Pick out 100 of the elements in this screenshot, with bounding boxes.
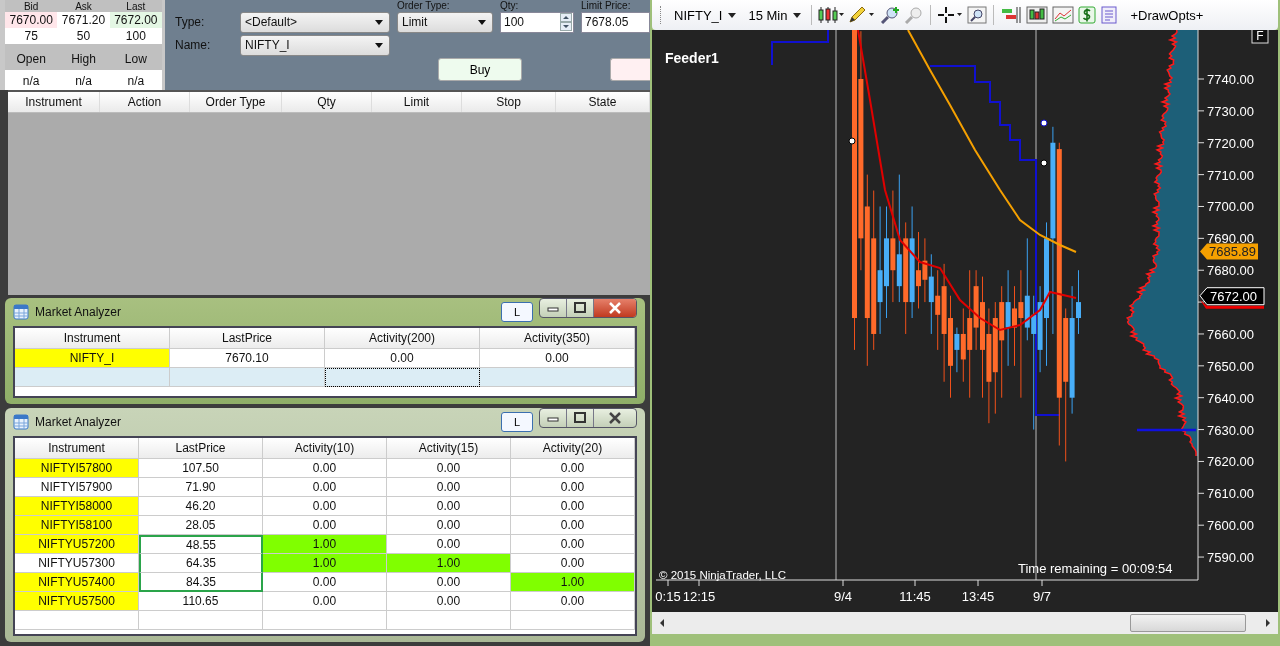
column-header[interactable]: Stop — [462, 92, 556, 112]
type-dropdown[interactable]: <Default> — [240, 11, 390, 33]
table-cell: 0.00 — [387, 592, 511, 611]
column-header: Low — [109, 48, 162, 70]
candlestick-icon[interactable] — [818, 6, 845, 24]
zoom-in-icon[interactable] — [880, 6, 901, 24]
caret-icon — [793, 12, 802, 18]
dollar-icon[interactable] — [1078, 6, 1097, 24]
stat-cell-text: n/a — [126, 73, 146, 90]
price-label: 7640.00 — [1207, 390, 1254, 406]
table-cell: 1.00 — [263, 554, 387, 573]
table-cell[interactable] — [170, 368, 325, 387]
table-cell: 0.00 — [511, 478, 635, 497]
table-cell[interactable] — [387, 611, 511, 630]
column-header: Last — [109, 0, 162, 12]
table-cell: NIFTYI58000 — [15, 497, 139, 516]
table-cell: 0.00 — [511, 535, 635, 554]
table-cell[interactable] — [15, 611, 139, 630]
table-cell[interactable] — [139, 611, 263, 630]
table-cell[interactable] — [15, 368, 170, 387]
close-icon[interactable] — [594, 299, 636, 317]
crosshair-icon[interactable] — [937, 6, 964, 24]
price-marker: 7672.00 — [1199, 287, 1265, 309]
name-dropdown[interactable]: NIFTY_I — [240, 34, 390, 56]
table-cell: 28.05 — [139, 516, 263, 535]
column-header[interactable]: Instrument — [15, 328, 170, 349]
column-header[interactable]: Order Type — [190, 92, 282, 112]
chart-label: Feeder1 — [665, 50, 719, 66]
price-marker: 7685.89 — [1200, 243, 1258, 260]
table-cell: 46.20 — [139, 497, 263, 516]
right-arrow-icon[interactable] — [1264, 618, 1272, 628]
pencil-icon[interactable] — [848, 6, 877, 24]
column-header[interactable]: LastPrice — [170, 328, 325, 349]
time-label: 9/7 — [1032, 589, 1052, 604]
scrollbar[interactable] — [652, 612, 1278, 634]
stat-cell-text: n/a — [74, 73, 93, 90]
price-label: 7600.00 — [1207, 518, 1254, 534]
price-label: 7630.00 — [1207, 422, 1254, 438]
scrollbar-thumb[interactable] — [1130, 614, 1246, 632]
left-arrow-icon[interactable] — [658, 618, 666, 628]
table-cell[interactable] — [325, 368, 480, 387]
table-cell: 71.90 — [139, 478, 263, 497]
column-header[interactable]: Activity(20) — [511, 438, 635, 459]
magnifier-icon[interactable] — [967, 6, 988, 24]
column-header[interactable]: Action — [100, 92, 190, 112]
price-label: 7720.00 — [1207, 135, 1254, 151]
table-cell: 1.00 — [387, 554, 511, 573]
table-cell: 0.00 — [263, 497, 387, 516]
table-cell[interactable] — [511, 611, 635, 630]
point-marker — [848, 137, 856, 145]
price-cell: 7672.00 — [109, 12, 162, 28]
price-label: 7590.00 — [1207, 550, 1254, 566]
column-header[interactable]: Activity(15) — [387, 438, 511, 459]
table-cell[interactable] — [480, 368, 635, 387]
column-header[interactable]: Activity(10) — [263, 438, 387, 459]
table-cell: 107.50 — [139, 459, 263, 478]
bar-chart-icon[interactable] — [1000, 6, 1023, 24]
column-header[interactable]: Activity(350) — [480, 328, 635, 349]
buy-button[interactable]: Buy — [438, 58, 522, 81]
point-marker — [1040, 119, 1048, 127]
table-cell: 0.00 — [387, 516, 511, 535]
column-header[interactable]: Instrument — [15, 438, 139, 459]
price-label: 7730.00 — [1207, 103, 1254, 119]
column-header: Ask — [57, 0, 110, 12]
instrument-selector[interactable]: NIFTY_I — [670, 7, 741, 23]
link-button[interactable]: L — [501, 412, 533, 432]
caret-icon — [728, 12, 737, 18]
price-label: 7710.00 — [1207, 167, 1254, 183]
table-cell: NIFTYU57500 — [15, 592, 139, 611]
copyright-text: © 2015 NinjaTrader, LLC — [659, 569, 786, 581]
interval-selector[interactable]: 15 Min — [744, 7, 806, 23]
table-cell: 0.00 — [263, 592, 387, 611]
draw-options-button[interactable]: +DrawOpts+ — [1126, 7, 1208, 23]
table-cell: 0.00 — [511, 497, 635, 516]
table-cell: 0.00 — [387, 478, 511, 497]
limit-price-field[interactable]: 7678.05 — [581, 11, 650, 33]
link-button[interactable]: L — [501, 302, 533, 322]
table-cell: 110.65 — [139, 592, 263, 611]
time-label: 11:45 — [899, 589, 931, 604]
column-header: Bid — [5, 0, 58, 12]
column-header[interactable]: Activity(200) — [325, 328, 480, 349]
table-cell: 1.00 — [263, 535, 387, 554]
size-cell-text: 50 — [75, 28, 92, 44]
price-label: 7700.00 — [1207, 199, 1254, 215]
table-cell: NIFTYI58100 — [15, 516, 139, 535]
qty-field[interactable]: 100 — [500, 11, 574, 33]
time-remaining-text: Time remaining = 00:09:54 — [1018, 561, 1173, 576]
column-header[interactable]: Limit — [372, 92, 462, 112]
point-marker — [1040, 159, 1048, 167]
price-level-line — [1137, 428, 1196, 432]
column-header[interactable]: Instrument — [8, 92, 100, 112]
order-button[interactable] — [610, 58, 650, 81]
f-button[interactable]: F — [1251, 30, 1269, 44]
column-header[interactable]: Qty — [282, 92, 372, 112]
column-header[interactable]: LastPrice — [139, 438, 263, 459]
candlestick-chart-icon[interactable] — [1026, 6, 1049, 24]
table-cell: 0.00 — [511, 459, 635, 478]
table-cell[interactable] — [263, 611, 387, 630]
order-type-dropdown[interactable]: Limit — [397, 11, 493, 33]
price-label: 7740.00 — [1207, 72, 1254, 87]
